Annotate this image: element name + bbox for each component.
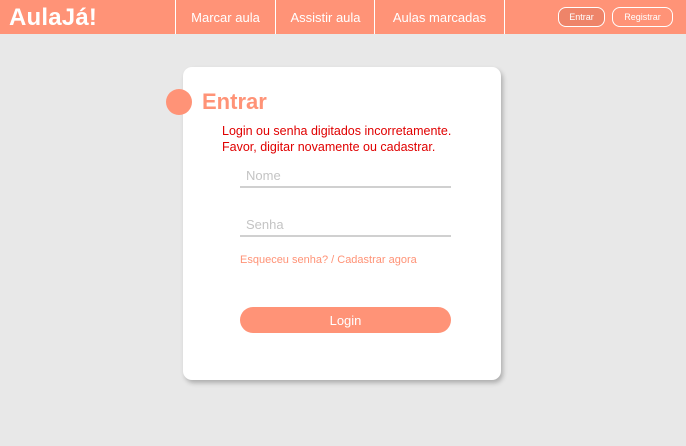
brand-logo[interactable]: AulaJá! [9,4,97,32]
page-title: Entrar [202,89,267,114]
nav-aulas-marcadas[interactable]: Aulas marcadas [374,0,505,34]
error-line-2: Favor, digitar novamente ou cadastrar. [222,140,436,154]
entrar-button[interactable]: Entrar [558,7,605,27]
title-dot-icon [166,89,192,115]
auth-links: Esqueceu senha? / Cadastrar agora [240,254,417,266]
error-line-1: Login ou senha digitados incorretamente. [222,124,452,138]
senha-input[interactable] [240,213,451,237]
top-navbar: AulaJá! Marcar aula Assistir aula Aulas … [0,0,686,34]
register-now-link[interactable]: Cadastrar agora [337,254,417,266]
nav-assistir-aula[interactable]: Assistir aula [275,0,375,34]
error-message: Login ou senha digitados incorretamente.… [222,123,451,155]
link-separator: / [328,254,338,266]
nome-input[interactable] [240,164,451,188]
forgot-password-link[interactable]: Esqueceu senha? [240,254,328,266]
login-button[interactable]: Login [240,307,451,333]
nav-marcar-aula[interactable]: Marcar aula [175,0,275,34]
registrar-button[interactable]: Registrar [612,7,673,27]
